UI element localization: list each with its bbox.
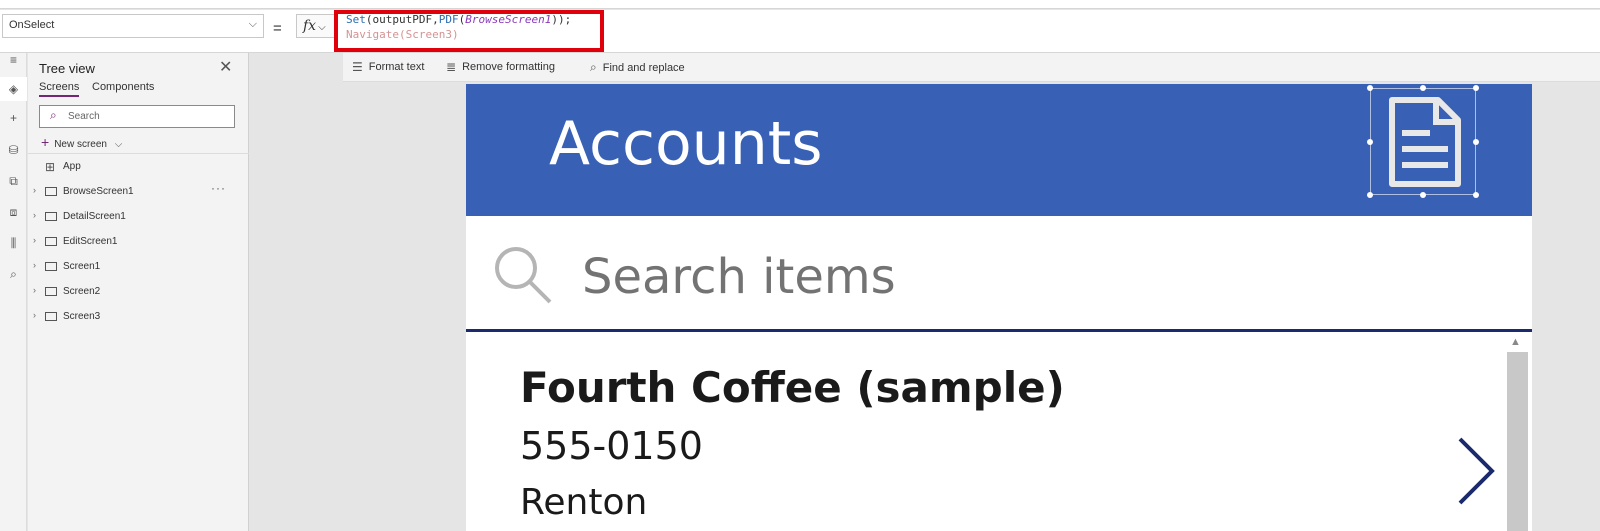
screen-icon bbox=[45, 312, 57, 321]
tree-search-placeholder: Search bbox=[68, 111, 100, 122]
find-replace-label: Find and replace bbox=[602, 61, 685, 74]
tree-item-detailscreen1[interactable]: › DetailScreen1 bbox=[28, 204, 249, 229]
tree-item-screen2[interactable]: › Screen2 bbox=[28, 279, 249, 304]
tree-view-pane: Tree view ✕ Screens Components ⌕ Search … bbox=[28, 53, 249, 531]
more-icon[interactable]: ··· bbox=[211, 181, 226, 195]
find-replace-button[interactable]: ⌕ Find and replace bbox=[590, 60, 685, 75]
tab-screens[interactable]: Screens bbox=[39, 81, 80, 97]
tree-title: Tree view bbox=[39, 61, 95, 76]
highlight-box bbox=[334, 10, 604, 52]
property-value: OnSelect bbox=[9, 19, 55, 31]
tree-item-app[interactable]: ⊞ App bbox=[28, 154, 249, 179]
chevron-right-icon[interactable]: › bbox=[33, 185, 36, 195]
tree-item-label: BrowseScreen1 bbox=[63, 186, 134, 197]
chevron-right-icon[interactable]: › bbox=[33, 260, 36, 270]
format-text-button[interactable]: ☰ Format text bbox=[352, 60, 424, 74]
resize-handle[interactable] bbox=[1367, 192, 1373, 198]
item-title: Fourth Coffee (sample) bbox=[520, 363, 1065, 412]
screen-icon bbox=[45, 237, 57, 246]
tree-item-label: App bbox=[63, 161, 81, 172]
chevron-right-icon[interactable]: › bbox=[33, 310, 36, 320]
document-icon[interactable] bbox=[1388, 96, 1462, 188]
search-placeholder: Search items bbox=[582, 249, 896, 305]
tab-components[interactable]: Components bbox=[92, 81, 154, 93]
remove-formatting-label: Remove formatting bbox=[462, 61, 555, 73]
screen-header: Accounts bbox=[466, 84, 1532, 216]
resize-handle[interactable] bbox=[1367, 85, 1373, 91]
chevron-right-icon[interactable]: › bbox=[33, 285, 36, 295]
format-text-icon: ☰ bbox=[352, 60, 363, 74]
search-icon: ⌕ bbox=[590, 60, 597, 74]
search-bar[interactable]: Search items bbox=[466, 216, 1532, 332]
tree-item-label: Screen3 bbox=[63, 311, 101, 322]
formula-bar: OnSelect ⌵ = fx ⌵ Set(outputPDF,PDF(Brows… bbox=[0, 10, 1600, 53]
tree-item-label: Screen2 bbox=[63, 286, 101, 297]
new-screen-label: New screen bbox=[54, 139, 107, 150]
media-icon[interactable]: ⧉ bbox=[0, 174, 27, 189]
tree-item-screen3[interactable]: › Screen3 bbox=[28, 304, 249, 329]
resize-handle[interactable] bbox=[1367, 139, 1373, 145]
app-icon: ⊞ bbox=[45, 160, 56, 174]
scroll-thumb[interactable] bbox=[1507, 352, 1528, 531]
components-icon[interactable]: ⧈ bbox=[0, 205, 27, 220]
resize-handle[interactable] bbox=[1473, 85, 1479, 91]
left-rail: ≡ ◈ + ⛁ ⧉ ⧈ ⫼ ⌕ bbox=[0, 53, 27, 531]
app-canvas: Accounts Search items Fourth Coffee (sam… bbox=[466, 84, 1532, 531]
resize-handle[interactable] bbox=[1420, 192, 1426, 198]
resize-handle[interactable] bbox=[1473, 192, 1479, 198]
format-text-label: Format text bbox=[368, 61, 425, 73]
formula-toolbar: ☰ Format text ≣ Remove formatting ⌕ Find… bbox=[343, 53, 1600, 82]
fx-label: fx bbox=[303, 18, 317, 34]
screen-icon bbox=[45, 212, 57, 221]
item-city: Renton bbox=[520, 482, 648, 523]
chevron-right-icon[interactable]: › bbox=[33, 235, 36, 245]
tree-item-browsescreen1[interactable]: › BrowseScreen1 ··· bbox=[28, 179, 249, 204]
fx-button[interactable]: fx ⌵ bbox=[296, 14, 336, 38]
database-icon[interactable]: ⛁ bbox=[0, 143, 27, 157]
search-icon: ⌕ bbox=[50, 108, 57, 122]
tree-item-label: Screen1 bbox=[63, 261, 101, 272]
property-dropdown[interactable]: OnSelect ⌵ bbox=[2, 14, 264, 38]
header-title: Accounts bbox=[549, 109, 823, 179]
screen-icon bbox=[45, 287, 57, 296]
plus-icon[interactable]: + bbox=[0, 111, 27, 125]
tree-item-label: EditScreen1 bbox=[63, 236, 118, 247]
hamburger-icon[interactable]: ≡ bbox=[0, 53, 27, 67]
scroll-up-arrow[interactable]: ▲ bbox=[1510, 336, 1521, 348]
tree-item-label: DetailScreen1 bbox=[63, 211, 126, 222]
item-phone: 555-0150 bbox=[520, 424, 703, 468]
chevron-down-icon: ⌵ bbox=[318, 22, 326, 33]
chevron-down-icon: ⌵ bbox=[114, 139, 123, 150]
resize-handle[interactable] bbox=[1420, 85, 1426, 91]
resize-handle[interactable] bbox=[1473, 139, 1479, 145]
chevron-right-icon[interactable] bbox=[1456, 436, 1496, 506]
search-icon[interactable]: ⌕ bbox=[0, 267, 27, 282]
remove-formatting-button[interactable]: ≣ Remove formatting bbox=[446, 60, 555, 74]
top-strip bbox=[0, 0, 1600, 9]
remove-formatting-icon: ≣ bbox=[446, 60, 457, 74]
screen-icon bbox=[45, 262, 57, 271]
chevron-down-icon: ⌵ bbox=[248, 18, 257, 30]
search-icon bbox=[495, 247, 552, 304]
equals-sign: = bbox=[273, 20, 282, 37]
layers-icon[interactable]: ◈ bbox=[0, 77, 27, 101]
close-icon[interactable]: ✕ bbox=[219, 57, 232, 77]
tree-search-input[interactable]: ⌕ Search bbox=[39, 105, 235, 128]
tree-item-screen1[interactable]: › Screen1 bbox=[28, 254, 249, 279]
chevron-right-icon[interactable]: › bbox=[33, 210, 36, 220]
new-screen-button[interactable]: + New screen ⌵ bbox=[41, 134, 122, 150]
tree-item-editscreen1[interactable]: › EditScreen1 bbox=[28, 229, 249, 254]
plus-icon: + bbox=[41, 134, 50, 150]
screen-icon bbox=[45, 187, 57, 196]
tools-icon[interactable]: ⫼ bbox=[0, 236, 27, 251]
